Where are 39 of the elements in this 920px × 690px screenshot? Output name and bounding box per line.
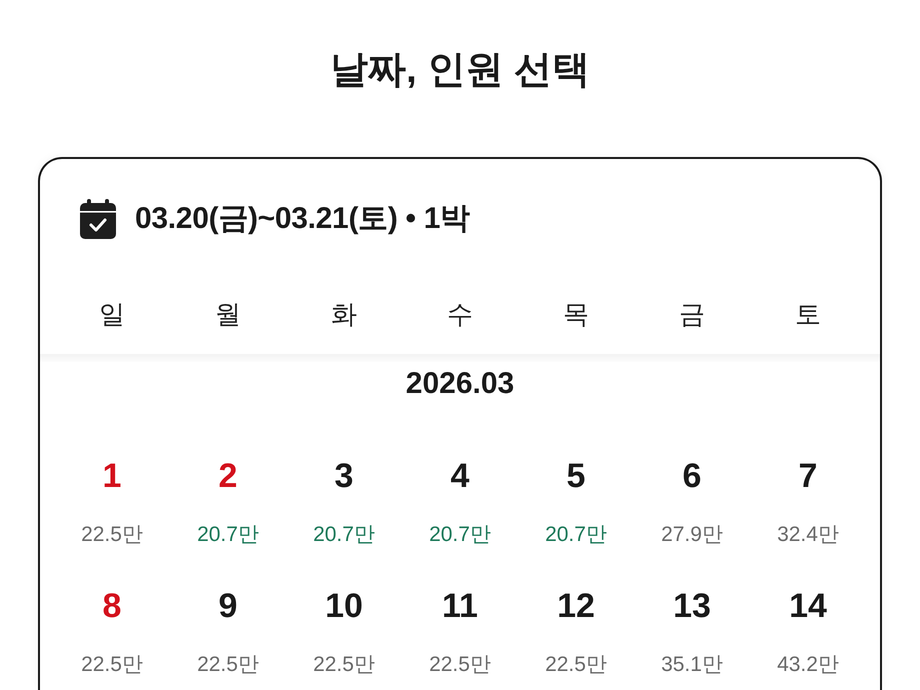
day-number[interactable]: 14 bbox=[789, 586, 827, 626]
month-label: 2026.03 bbox=[406, 366, 514, 402]
day-price: 22.5만 bbox=[429, 652, 491, 678]
day-number[interactable]: 2 bbox=[218, 456, 238, 496]
day-number[interactable]: 5 bbox=[566, 456, 586, 496]
day-price: 22.5만 bbox=[313, 652, 375, 678]
day-price: 35.1만 bbox=[661, 652, 723, 678]
day-number[interactable]: 7 bbox=[798, 456, 818, 496]
day-number[interactable]: 8 bbox=[102, 586, 122, 626]
day-number[interactable]: 6 bbox=[682, 456, 702, 496]
day-price: 22.5만 bbox=[545, 652, 607, 678]
day-number[interactable]: 9 bbox=[218, 586, 238, 626]
day-price: 20.7만 bbox=[429, 522, 491, 548]
day-number[interactable]: 10 bbox=[325, 586, 363, 626]
day-price: 22.5만 bbox=[197, 652, 259, 678]
day-price: 27.9만 bbox=[661, 522, 723, 548]
day-price: 32.4만 bbox=[777, 522, 839, 548]
day-price: 20.7만 bbox=[197, 522, 259, 548]
day-price: 20.7만 bbox=[545, 522, 607, 548]
page-title: 날짜, 인원 선택 bbox=[330, 48, 590, 93]
day-number[interactable]: 11 bbox=[442, 586, 478, 626]
weekday-label: 화 bbox=[331, 298, 357, 331]
stay-range: 03.20(금)~03.21(토) • 1박 bbox=[135, 201, 470, 237]
day-number[interactable]: 12 bbox=[557, 586, 595, 626]
day-number[interactable]: 1 bbox=[102, 456, 122, 496]
calendar-check-icon bbox=[80, 199, 116, 239]
weekday-label: 월 bbox=[215, 298, 241, 331]
day-number[interactable]: 13 bbox=[673, 586, 711, 626]
day-number[interactable]: 3 bbox=[334, 456, 354, 496]
day-number[interactable]: 4 bbox=[450, 456, 470, 496]
weekday-label: 목 bbox=[563, 298, 589, 331]
weekday-label: 금 bbox=[679, 298, 705, 331]
weekday-label: 일 bbox=[99, 298, 125, 331]
weekday-label: 수 bbox=[447, 298, 473, 331]
day-price: 22.5만 bbox=[81, 652, 143, 678]
day-price: 20.7만 bbox=[313, 522, 375, 548]
day-price: 43.2만 bbox=[777, 652, 839, 678]
weekday-label: 토 bbox=[795, 298, 821, 331]
day-price: 22.5만 bbox=[81, 522, 143, 548]
